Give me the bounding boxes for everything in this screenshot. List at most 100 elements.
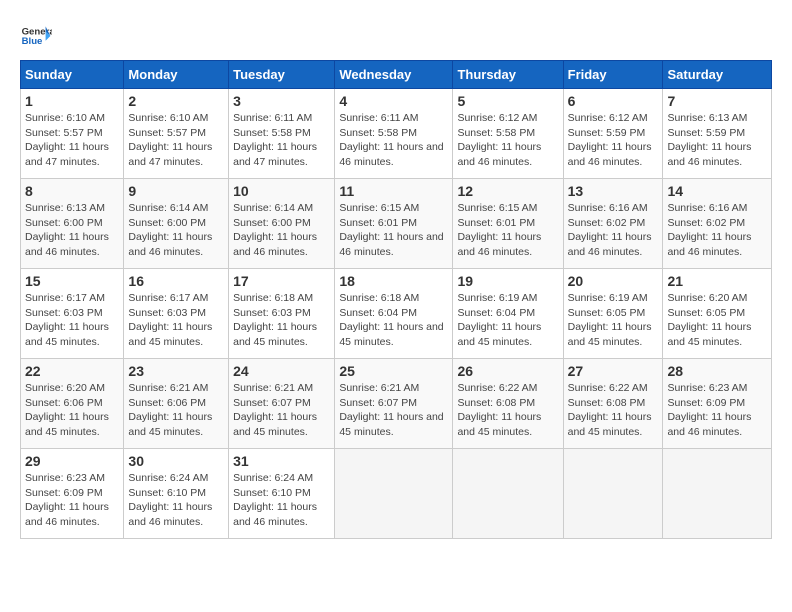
day-info: Sunrise: 6:18 AMSunset: 6:04 PMDaylight:… xyxy=(339,291,448,350)
calendar-day-cell: 13 Sunrise: 6:16 AMSunset: 6:02 PMDayligh… xyxy=(563,179,663,269)
day-info: Sunrise: 6:14 AMSunset: 6:00 PMDaylight:… xyxy=(233,201,330,260)
day-number: 10 xyxy=(233,183,330,199)
day-info: Sunrise: 6:16 AMSunset: 6:02 PMDaylight:… xyxy=(568,201,659,260)
day-info: Sunrise: 6:21 AMSunset: 6:07 PMDaylight:… xyxy=(233,381,330,440)
day-number: 31 xyxy=(233,453,330,469)
day-info: Sunrise: 6:16 AMSunset: 6:02 PMDaylight:… xyxy=(667,201,767,260)
day-info: Sunrise: 6:24 AMSunset: 6:10 PMDaylight:… xyxy=(128,471,224,530)
day-info: Sunrise: 6:10 AMSunset: 5:57 PMDaylight:… xyxy=(25,111,119,170)
calendar-day-cell: 2 Sunrise: 6:10 AMSunset: 5:57 PMDaylight… xyxy=(124,89,229,179)
day-number: 14 xyxy=(667,183,767,199)
day-info: Sunrise: 6:23 AMSunset: 6:09 PMDaylight:… xyxy=(25,471,119,530)
day-number: 6 xyxy=(568,93,659,109)
day-info: Sunrise: 6:19 AMSunset: 6:05 PMDaylight:… xyxy=(568,291,659,350)
day-info: Sunrise: 6:21 AMSunset: 6:06 PMDaylight:… xyxy=(128,381,224,440)
calendar-day-cell: 8 Sunrise: 6:13 AMSunset: 6:00 PMDaylight… xyxy=(21,179,124,269)
calendar-day-cell: 17 Sunrise: 6:18 AMSunset: 6:03 PMDayligh… xyxy=(229,269,335,359)
day-info: Sunrise: 6:13 AMSunset: 6:00 PMDaylight:… xyxy=(25,201,119,260)
weekday-header-row: SundayMondayTuesdayWednesdayThursdayFrid… xyxy=(21,61,772,89)
day-number: 21 xyxy=(667,273,767,289)
weekday-header-cell: Saturday xyxy=(663,61,772,89)
day-info: Sunrise: 6:12 AMSunset: 5:58 PMDaylight:… xyxy=(457,111,558,170)
calendar-day-cell: 25 Sunrise: 6:21 AMSunset: 6:07 PMDayligh… xyxy=(335,359,453,449)
day-number: 29 xyxy=(25,453,119,469)
day-number: 26 xyxy=(457,363,558,379)
day-info: Sunrise: 6:18 AMSunset: 6:03 PMDaylight:… xyxy=(233,291,330,350)
day-number: 22 xyxy=(25,363,119,379)
calendar-day-cell: 16 Sunrise: 6:17 AMSunset: 6:03 PMDayligh… xyxy=(124,269,229,359)
day-number: 8 xyxy=(25,183,119,199)
logo-icon: General Blue xyxy=(20,20,52,52)
calendar-body: 1Sunrise: 6:10 AMSunset: 5:57 PMDaylight… xyxy=(21,89,772,539)
calendar-day-cell xyxy=(335,449,453,539)
calendar-week-row: 15 Sunrise: 6:17 AMSunset: 6:03 PMDayligh… xyxy=(21,269,772,359)
calendar-week-row: 8 Sunrise: 6:13 AMSunset: 6:00 PMDaylight… xyxy=(21,179,772,269)
calendar-day-cell: 18Sunrise: 6:18 AMSunset: 6:04 PMDayligh… xyxy=(335,269,453,359)
day-info: Sunrise: 6:19 AMSunset: 6:04 PMDaylight:… xyxy=(457,291,558,350)
day-info: Sunrise: 6:22 AMSunset: 6:08 PMDaylight:… xyxy=(457,381,558,440)
day-info: Sunrise: 6:10 AMSunset: 5:57 PMDaylight:… xyxy=(128,111,224,170)
logo: General Blue xyxy=(20,20,52,52)
calendar-day-cell: 5 Sunrise: 6:12 AMSunset: 5:58 PMDaylight… xyxy=(453,89,563,179)
calendar-day-cell: 3 Sunrise: 6:11 AMSunset: 5:58 PMDaylight… xyxy=(229,89,335,179)
day-number: 20 xyxy=(568,273,659,289)
day-info: Sunrise: 6:21 AMSunset: 6:07 PMDaylight:… xyxy=(339,381,448,440)
weekday-header-cell: Tuesday xyxy=(229,61,335,89)
calendar-day-cell: 14 Sunrise: 6:16 AMSunset: 6:02 PMDayligh… xyxy=(663,179,772,269)
calendar-day-cell: 21 Sunrise: 6:20 AMSunset: 6:05 PMDayligh… xyxy=(663,269,772,359)
day-number: 15 xyxy=(25,273,119,289)
day-number: 5 xyxy=(457,93,558,109)
day-number: 7 xyxy=(667,93,767,109)
day-info: Sunrise: 6:20 AMSunset: 6:06 PMDaylight:… xyxy=(25,381,119,440)
day-info: Sunrise: 6:14 AMSunset: 6:00 PMDaylight:… xyxy=(128,201,224,260)
calendar-day-cell: 7 Sunrise: 6:13 AMSunset: 5:59 PMDaylight… xyxy=(663,89,772,179)
day-number: 4 xyxy=(339,93,448,109)
day-number: 25 xyxy=(339,363,448,379)
day-number: 3 xyxy=(233,93,330,109)
day-info: Sunrise: 6:24 AMSunset: 6:10 PMDaylight:… xyxy=(233,471,330,530)
day-number: 11 xyxy=(339,183,448,199)
day-number: 19 xyxy=(457,273,558,289)
calendar-day-cell: 20 Sunrise: 6:19 AMSunset: 6:05 PMDayligh… xyxy=(563,269,663,359)
calendar-week-row: 29 Sunrise: 6:23 AMSunset: 6:09 PMDayligh… xyxy=(21,449,772,539)
calendar-day-cell: 27 Sunrise: 6:22 AMSunset: 6:08 PMDayligh… xyxy=(563,359,663,449)
day-number: 24 xyxy=(233,363,330,379)
weekday-header-cell: Sunday xyxy=(21,61,124,89)
calendar-day-cell: 11 Sunrise: 6:15 AMSunset: 6:01 PMDayligh… xyxy=(335,179,453,269)
weekday-header-cell: Friday xyxy=(563,61,663,89)
day-info: Sunrise: 6:11 AMSunset: 5:58 PMDaylight:… xyxy=(233,111,330,170)
day-number: 12 xyxy=(457,183,558,199)
calendar-day-cell: 26 Sunrise: 6:22 AMSunset: 6:08 PMDayligh… xyxy=(453,359,563,449)
calendar-day-cell: 4 Sunrise: 6:11 AMSunset: 5:58 PMDaylight… xyxy=(335,89,453,179)
weekday-header-cell: Thursday xyxy=(453,61,563,89)
day-info: Sunrise: 6:13 AMSunset: 5:59 PMDaylight:… xyxy=(667,111,767,170)
day-info: Sunrise: 6:20 AMSunset: 6:05 PMDaylight:… xyxy=(667,291,767,350)
calendar-day-cell: 31 Sunrise: 6:24 AMSunset: 6:10 PMDayligh… xyxy=(229,449,335,539)
calendar-table: SundayMondayTuesdayWednesdayThursdayFrid… xyxy=(20,60,772,539)
day-info: Sunrise: 6:17 AMSunset: 6:03 PMDaylight:… xyxy=(128,291,224,350)
day-info: Sunrise: 6:15 AMSunset: 6:01 PMDaylight:… xyxy=(457,201,558,260)
day-info: Sunrise: 6:23 AMSunset: 6:09 PMDaylight:… xyxy=(667,381,767,440)
day-info: Sunrise: 6:22 AMSunset: 6:08 PMDaylight:… xyxy=(568,381,659,440)
day-number: 2 xyxy=(128,93,224,109)
calendar-day-cell: 6 Sunrise: 6:12 AMSunset: 5:59 PMDaylight… xyxy=(563,89,663,179)
svg-text:Blue: Blue xyxy=(22,36,43,47)
day-number: 13 xyxy=(568,183,659,199)
day-number: 27 xyxy=(568,363,659,379)
day-info: Sunrise: 6:15 AMSunset: 6:01 PMDaylight:… xyxy=(339,201,448,260)
header: General Blue xyxy=(20,20,772,52)
day-number: 17 xyxy=(233,273,330,289)
calendar-day-cell: 30 Sunrise: 6:24 AMSunset: 6:10 PMDayligh… xyxy=(124,449,229,539)
calendar-day-cell xyxy=(563,449,663,539)
day-number: 28 xyxy=(667,363,767,379)
calendar-day-cell: 12 Sunrise: 6:15 AMSunset: 6:01 PMDayligh… xyxy=(453,179,563,269)
day-info: Sunrise: 6:12 AMSunset: 5:59 PMDaylight:… xyxy=(568,111,659,170)
day-number: 30 xyxy=(128,453,224,469)
calendar-week-row: 22 Sunrise: 6:20 AMSunset: 6:06 PMDayligh… xyxy=(21,359,772,449)
calendar-week-row: 1Sunrise: 6:10 AMSunset: 5:57 PMDaylight… xyxy=(21,89,772,179)
day-info: Sunrise: 6:17 AMSunset: 6:03 PMDaylight:… xyxy=(25,291,119,350)
day-info: Sunrise: 6:11 AMSunset: 5:58 PMDaylight:… xyxy=(339,111,448,170)
calendar-day-cell xyxy=(663,449,772,539)
day-number: 16 xyxy=(128,273,224,289)
calendar-day-cell: 9Sunrise: 6:14 AMSunset: 6:00 PMDaylight… xyxy=(124,179,229,269)
